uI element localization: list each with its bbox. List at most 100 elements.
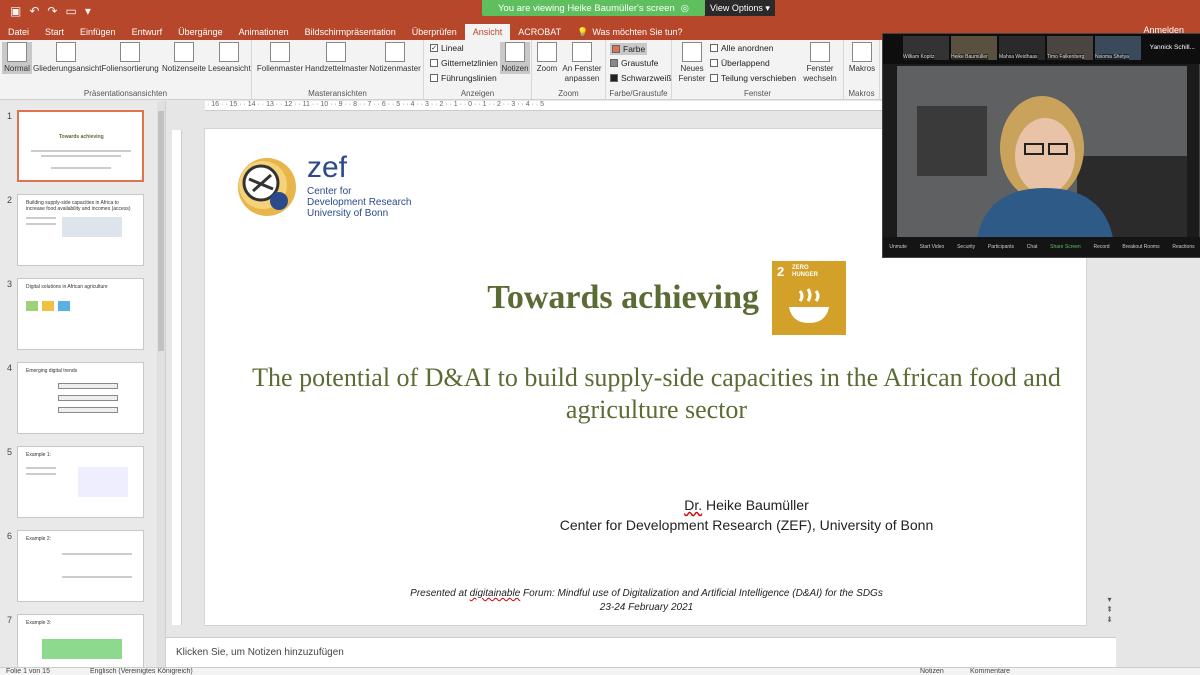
- tab-animationen[interactable]: Animationen: [231, 24, 297, 40]
- reading-view-button[interactable]: Leseansicht: [208, 42, 251, 74]
- participant-tile[interactable]: Timo Falkenberg: [1047, 36, 1093, 60]
- zoom-button[interactable]: Zoom: [534, 42, 560, 74]
- move-split-button[interactable]: Teilung verschieben: [710, 73, 796, 83]
- notes-master-button[interactable]: Notizenmaster: [368, 42, 422, 74]
- author-block[interactable]: Dr. Heike Baumüller Center for Developme…: [405, 495, 1088, 535]
- start-slideshow-icon[interactable]: ▭: [65, 4, 76, 18]
- language-indicator[interactable]: Englisch (Vereinigtes Königreich): [90, 668, 193, 675]
- tab-ansicht[interactable]: Ansicht: [464, 24, 511, 40]
- grayscale-button[interactable]: Graustufe: [610, 58, 658, 68]
- tab-start[interactable]: Start: [37, 24, 72, 40]
- slide-thumbnail[interactable]: Example 1:: [17, 446, 144, 518]
- tab-datei[interactable]: Datei: [0, 24, 37, 40]
- share-indicator-icon: ◎: [680, 2, 690, 14]
- tab-einfuegen[interactable]: Einfügen: [72, 24, 124, 40]
- thumb-number: 2: [7, 195, 13, 205]
- outline-view-button[interactable]: Gliederungsansicht: [33, 42, 101, 74]
- switch-window-button[interactable]: Fenster wechseln: [798, 42, 842, 84]
- share-screen-button[interactable]: Share Screen: [1050, 244, 1081, 250]
- slide-thumbnail[interactable]: Example 3:: [17, 614, 144, 667]
- cascade-button[interactable]: Überlappend: [710, 58, 770, 68]
- slide-thumbnail-pane: 1 Towards achieving 2 Building supply-si…: [0, 101, 166, 667]
- gridlines-checkbox[interactable]: Gitternetzlinien: [430, 58, 498, 68]
- tell-me-box[interactable]: 💡 Was möchten Sie tun?: [569, 24, 690, 40]
- group-show: ✓ Lineal Gitternetzlinien Führungslinien …: [424, 40, 532, 100]
- tab-ueberpruefen[interactable]: Überprüfen: [404, 24, 465, 40]
- sdg-2-badge: 2 ZERO HUNGER: [772, 261, 846, 335]
- scroll-thumb[interactable]: [158, 111, 164, 351]
- participant-tile[interactable]: Nsioma Shetya: [1095, 36, 1141, 60]
- group-color: Farbe Graustufe Schwarzweiß Farbe/Graust…: [606, 40, 672, 100]
- thumb-number: 3: [7, 279, 13, 289]
- slide-thumbnail[interactable]: Building supply-side capacities in Afric…: [17, 194, 144, 266]
- grayscale-swatch-icon: [610, 59, 618, 67]
- sdg-label: ZERO HUNGER: [792, 265, 819, 278]
- slide-thumbnail[interactable]: Example 2:: [17, 530, 144, 602]
- breakout-rooms-button[interactable]: Breakout Rooms: [1122, 244, 1159, 250]
- bw-swatch-icon: [610, 74, 618, 82]
- participant-tile[interactable]: Heike Baumüller: [951, 36, 997, 60]
- color-button[interactable]: Farbe: [610, 43, 648, 55]
- slide-thumbnail[interactable]: Emerging digital trends: [17, 362, 144, 434]
- scroll-down-icon[interactable]: ▾: [1103, 595, 1116, 605]
- slide-sorter-button[interactable]: Foliensortierung: [101, 42, 159, 74]
- slide-thumbnail[interactable]: Digital solutions in African agriculture: [17, 278, 144, 350]
- slide-master-button[interactable]: Folienmaster: [256, 42, 304, 74]
- slide-scroll-controls[interactable]: ▾ ⇞ ⇟: [1103, 595, 1116, 637]
- notes-page-button[interactable]: Notizenseite: [161, 42, 207, 74]
- fit-to-window-button[interactable]: An Fenster anpassen: [560, 42, 604, 84]
- previous-slide-icon[interactable]: ⇞: [1103, 605, 1116, 615]
- lightbulb-icon: 💡: [577, 27, 589, 37]
- thumb-number: 4: [7, 363, 13, 373]
- notes-button[interactable]: Notizen: [500, 42, 530, 74]
- slide-sorter-icon: [120, 42, 140, 62]
- notes-toggle[interactable]: Notizen: [920, 668, 944, 675]
- macros-button[interactable]: Makros: [846, 42, 878, 74]
- ruler-checkbox[interactable]: ✓ Lineal: [430, 43, 464, 53]
- save-icon[interactable]: ▣: [10, 4, 21, 18]
- tab-uebergaenge[interactable]: Übergänge: [170, 24, 231, 40]
- arrange-all-button[interactable]: Alle anordnen: [710, 43, 773, 53]
- undo-icon[interactable]: ↶: [29, 4, 39, 18]
- comments-toggle[interactable]: Kommentare: [970, 668, 1010, 675]
- slide-subtitle[interactable]: The potential of D&AI to build supply-si…: [245, 362, 1068, 426]
- handout-master-button[interactable]: Handzettelmaster: [305, 42, 368, 74]
- video-call-overlay[interactable]: William Kopitz Heike Baumüller Mahsa Wei…: [882, 33, 1200, 258]
- tab-acrobat[interactable]: ACROBAT: [510, 24, 569, 40]
- guides-checkbox[interactable]: Führungslinien: [430, 73, 497, 83]
- new-window-button[interactable]: Neues Fenster: [676, 42, 708, 84]
- participant-tile[interactable]: Mahsa Weidhaas: [999, 36, 1045, 60]
- security-button[interactable]: Security: [957, 244, 975, 250]
- arrange-icon: [710, 44, 718, 52]
- tab-entwurf[interactable]: Entwurf: [124, 24, 171, 40]
- chat-button[interactable]: Chat: [1027, 244, 1038, 250]
- vertical-ruler: [172, 130, 182, 625]
- bowl-icon: [789, 288, 829, 323]
- next-slide-icon[interactable]: ⇟: [1103, 615, 1116, 625]
- participant-tile[interactable]: William Kopitz: [903, 36, 949, 60]
- screen-share-banner: You are viewing Heike Baumüller's screen…: [482, 0, 705, 16]
- normal-view-button[interactable]: Normal: [2, 42, 32, 74]
- notes-pane[interactable]: Klicken Sie, um Notizen hinzuzufügen: [166, 637, 1116, 667]
- view-options-button[interactable]: View Options ▾: [705, 0, 775, 16]
- participants-button[interactable]: Participants: [988, 244, 1014, 250]
- zef-logo-icon: [238, 158, 296, 216]
- tab-bildschirmpraesentation[interactable]: Bildschirmpräsentation: [297, 24, 404, 40]
- start-video-button[interactable]: Start Video: [920, 244, 945, 250]
- slide-thumbnail[interactable]: Towards achieving: [17, 110, 144, 182]
- event-footer[interactable]: Presented at digitainable Forum: Mindful…: [305, 587, 988, 615]
- notes-master-icon: [385, 42, 405, 62]
- slide-title[interactable]: Towards achieving: [205, 279, 759, 317]
- group-master-views: Folienmaster Handzettelmaster Notizenmas…: [252, 40, 424, 100]
- redo-icon[interactable]: ↷: [47, 4, 57, 18]
- logo-subtitle: Center for Development Research Universi…: [307, 186, 412, 219]
- reactions-button[interactable]: Reactions: [1172, 244, 1194, 250]
- unmute-button[interactable]: Unmute: [889, 244, 907, 250]
- black-white-button[interactable]: Schwarzweiß: [610, 73, 672, 83]
- reading-view-icon: [219, 42, 239, 62]
- record-button[interactable]: Record: [1093, 244, 1109, 250]
- normal-view-icon: [7, 42, 27, 62]
- customize-icon[interactable]: ▾: [85, 4, 91, 18]
- active-speaker-video: [897, 66, 1187, 238]
- thumbnail-scrollbar[interactable]: [157, 101, 165, 667]
